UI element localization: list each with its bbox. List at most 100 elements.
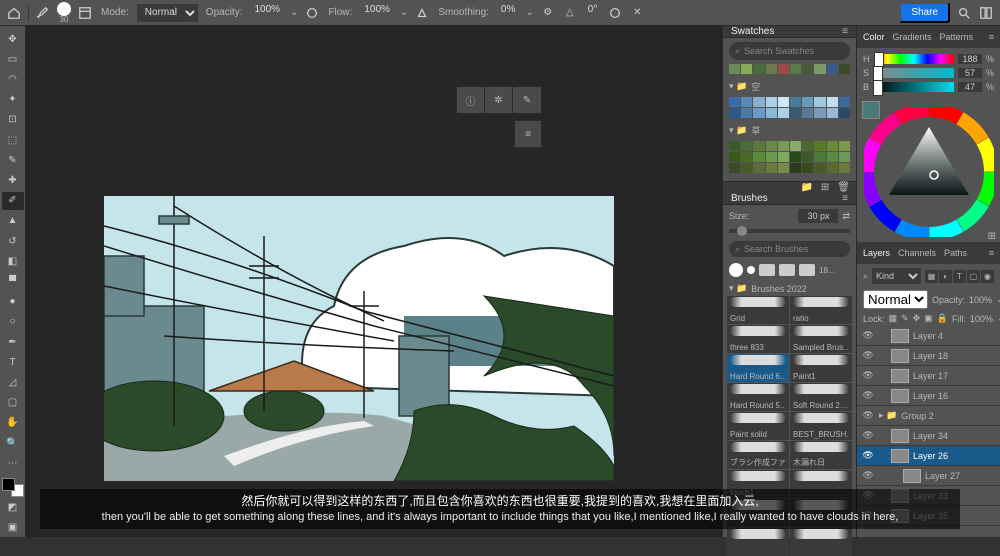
brush-size-slider[interactable] [729, 229, 850, 233]
swatch[interactable] [839, 64, 850, 74]
gradient-tool[interactable]: ▀ [2, 272, 24, 290]
brush-item[interactable]: 木漏れ日 [790, 441, 852, 469]
swatch[interactable] [802, 64, 813, 74]
swatch[interactable] [729, 108, 740, 118]
swatch[interactable] [790, 64, 801, 74]
swatch[interactable] [802, 152, 813, 162]
pressure-size-icon[interactable] [607, 5, 623, 21]
layer-blend-select[interactable]: Normal [863, 290, 928, 309]
lock-all-icon[interactable]: 🔒 [937, 313, 948, 324]
brush-item[interactable]: ブラシ作成ファ… [727, 441, 789, 469]
workspace-icon[interactable] [978, 5, 994, 21]
hand-tool[interactable]: ✋ [2, 414, 24, 432]
swatch[interactable] [753, 152, 764, 162]
airbrush-icon[interactable] [414, 5, 430, 21]
swatch[interactable] [790, 141, 801, 151]
patterns-tab[interactable]: Patterns [940, 32, 974, 42]
brush-preview[interactable]: 30 [57, 2, 71, 24]
swatch[interactable] [814, 64, 825, 74]
layer-opacity-value[interactable]: 100% [969, 295, 992, 305]
hue-slider[interactable] [874, 54, 954, 64]
swatch[interactable] [802, 97, 813, 107]
swatch[interactable] [778, 108, 789, 118]
brushes-tab[interactable]: Brushes [731, 193, 768, 204]
swatch[interactable] [778, 64, 789, 74]
swatch[interactable] [827, 163, 838, 173]
zoom-tool[interactable]: 🔍 [2, 434, 24, 452]
visibility-icon[interactable]: 👁 [861, 410, 875, 421]
bri-slider[interactable] [873, 82, 954, 92]
swatch[interactable] [729, 141, 740, 151]
brush-item[interactable] [727, 528, 789, 556]
new-icon[interactable]: ⊞ [821, 182, 829, 193]
layer-row[interactable]: 👁Layer 34 [857, 426, 1000, 446]
layer-filter-icons[interactable]: ▦◐T▢◉ [925, 270, 994, 283]
swatch[interactable] [790, 163, 801, 173]
brush-panel-icon[interactable] [77, 5, 93, 21]
brush-item[interactable]: Grid [727, 296, 789, 324]
swatch[interactable] [766, 141, 777, 151]
swatch[interactable] [839, 163, 850, 173]
brush-item[interactable] [790, 528, 852, 556]
channels-tab[interactable]: Channels [898, 248, 936, 258]
swatch[interactable] [766, 163, 777, 173]
swatch[interactable] [827, 108, 838, 118]
layer-row[interactable]: 👁Layer 18 [857, 346, 1000, 366]
bri-input[interactable] [958, 82, 982, 92]
brush-folder[interactable]: ▾ 📁 Brushes 2022 [723, 281, 856, 296]
swatch[interactable] [839, 141, 850, 151]
move-tool[interactable]: ✥ [2, 30, 24, 48]
trash-icon[interactable]: 🗑 [837, 182, 850, 193]
swatch[interactable] [827, 141, 838, 151]
more-tool[interactable]: ⋯ [2, 454, 24, 472]
lock-position-icon[interactable]: ✥ [913, 313, 921, 324]
swatch[interactable] [814, 108, 825, 118]
sat-input[interactable] [958, 68, 982, 78]
frame-tool[interactable]: ⬚ [2, 131, 24, 149]
brush-search-input[interactable]: ⌕ Search Brushes [729, 241, 850, 257]
dodge-tool[interactable]: ○ [2, 313, 24, 331]
swatch-folder-grass[interactable]: ▾ 📁 草 [729, 122, 850, 139]
artboard[interactable] [104, 196, 614, 481]
search-icon[interactable] [956, 5, 972, 21]
panel-menu-icon[interactable]: ≡ [842, 26, 848, 37]
marquee-tool[interactable]: ▭ [2, 50, 24, 68]
swatch[interactable] [814, 141, 825, 151]
color-preview[interactable] [863, 102, 879, 118]
folder-icon[interactable]: 📁 [800, 182, 812, 193]
swatch[interactable] [753, 163, 764, 173]
swatch[interactable] [766, 97, 777, 107]
info-icon[interactable]: ⓘ [457, 87, 485, 113]
lock-pixels-icon[interactable]: ▦ [889, 313, 898, 324]
brush-preset[interactable] [799, 264, 815, 276]
home-icon[interactable] [6, 5, 22, 21]
color-swatches[interactable] [2, 478, 24, 496]
brush-preset[interactable] [729, 263, 743, 277]
swatch[interactable] [790, 108, 801, 118]
share-button[interactable]: Share [899, 2, 950, 23]
brush-item[interactable]: three 833 [727, 325, 789, 353]
eyedropper-tool[interactable]: ✎ [2, 151, 24, 169]
layer-kind-select[interactable]: Kind [872, 268, 921, 284]
brush-tool[interactable]: ✐ [2, 192, 24, 210]
pen-tool[interactable]: ✒ [2, 333, 24, 351]
lock-paint-icon[interactable]: ✎ [901, 313, 909, 324]
quickmask-tool[interactable]: ◩ [2, 499, 24, 517]
swatch[interactable] [827, 64, 838, 74]
swatch[interactable] [741, 141, 752, 151]
flow-value[interactable]: 100% [360, 4, 394, 22]
chevron-down-icon[interactable]: ⌄ [290, 7, 298, 18]
swatch[interactable] [741, 163, 752, 173]
layer-fill-value[interactable]: 100% [970, 314, 993, 324]
heal-tool[interactable]: ✚ [2, 171, 24, 189]
swatch[interactable] [766, 64, 777, 74]
swatch[interactable] [729, 97, 740, 107]
visibility-icon[interactable]: 👁 [861, 330, 875, 341]
swatch[interactable] [741, 64, 752, 74]
swatch[interactable] [753, 64, 764, 74]
swatch[interactable] [753, 108, 764, 118]
swatch-search-input[interactable]: ⌕ Search Swatches [729, 42, 850, 60]
swatch[interactable] [753, 97, 764, 107]
pressure-opacity-icon[interactable] [304, 5, 320, 21]
swatch[interactable] [802, 141, 813, 151]
